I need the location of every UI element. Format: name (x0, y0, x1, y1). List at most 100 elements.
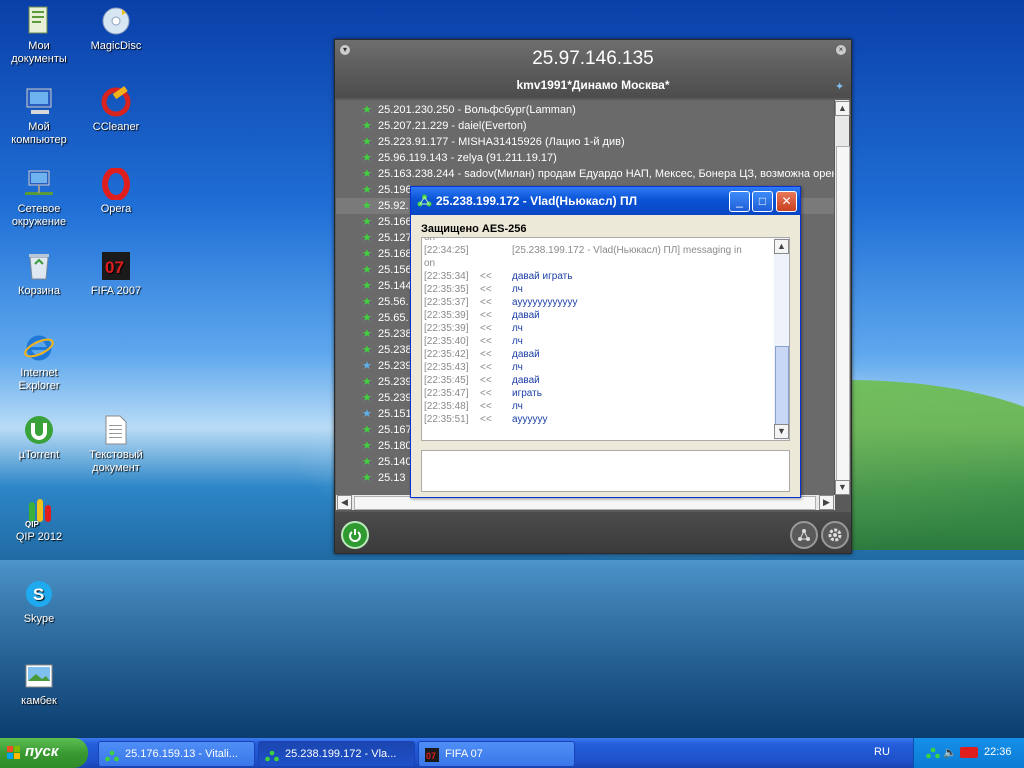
maximize-button[interactable]: □ (752, 191, 773, 212)
message-timestamp: [22:35:51] (424, 414, 469, 425)
my-documents-icon (23, 5, 55, 37)
message-text: давай играть (512, 271, 573, 282)
volume-icon[interactable]: 🔈 (943, 746, 957, 759)
peer-status-icon: ★ (362, 312, 372, 324)
desktop-icon-qip[interactable]: QIP QIP 2012 (0, 496, 78, 544)
peer-label: 25.239 (378, 360, 412, 372)
peer-row[interactable]: ★ 25.96.119.143 - zelya (91.211.19.17) (336, 150, 834, 166)
image-file-icon (23, 660, 55, 692)
peer-row[interactable]: ★ 25.223.91.177 - MISHA31415926 (Лацио 1-… (336, 134, 834, 150)
peer-status-icon: ★ (362, 392, 372, 404)
scroll-thumb[interactable] (836, 146, 850, 488)
scroll-right-button[interactable]: ▶ (819, 495, 834, 510)
peer-row[interactable]: ★ 25.163.238.244 - sadov(Милан) продам Ед… (336, 166, 834, 182)
pin-icon[interactable]: ✦ (835, 80, 844, 93)
chat-message-row: [22:35:37] << ауууууууууууу (424, 296, 772, 309)
ccleaner-icon (100, 86, 132, 118)
desktop-icon-utorrent[interactable]: µTorrent (0, 414, 78, 462)
desktop-icon-internet-explorer[interactable]: Internet Explorer (0, 332, 78, 393)
desktop-icon-network[interactable]: Сетевое окружение (0, 168, 78, 229)
peer-status-icon: ★ (362, 456, 372, 468)
power-icon[interactable] (341, 521, 369, 549)
desktop-icon-recycle-bin[interactable]: Корзина (0, 250, 78, 298)
chat-log[interactable]: on [22:34:25] [25.238.199.172 - Vlad(Ньюк… (421, 237, 790, 441)
taskbar-button-fifa[interactable]: 07 FIFA 07 (418, 741, 575, 767)
message-text: [25.238.199.172 - Vlad(Ньюкасл) ПЛ] mess… (512, 245, 742, 256)
message-text: ауууууу (512, 414, 548, 425)
svg-text:07: 07 (426, 751, 436, 761)
peer-label: 25.140 (378, 456, 412, 468)
peer-status-icon: ★ (362, 440, 372, 452)
clock[interactable]: 22:36 (984, 746, 1012, 758)
message-text: давай (512, 375, 540, 386)
peer-list-vertical-scrollbar[interactable]: ▲ ▼ (835, 100, 850, 495)
desktop-icon-label: CCleaner (92, 121, 140, 133)
chat-window: 25.238.199.172 - Vlad(Ньюкасл) ПЛ _ □ ✕ … (410, 186, 801, 498)
my-computer-icon (23, 86, 55, 118)
chat-scroll-down-button[interactable]: ▼ (774, 424, 789, 439)
desktop-icon-skype[interactable]: S Skype (0, 578, 78, 626)
text-document-icon (100, 414, 132, 446)
recycle-bin-icon (23, 250, 55, 282)
peer-status-icon: ★ (362, 296, 372, 308)
hamachi-tray-icon[interactable] (926, 747, 940, 762)
chat-log-scrollbar[interactable]: ▲ ▼ (774, 238, 789, 440)
peer-status-icon: ★ (362, 328, 372, 340)
svg-text:S: S (33, 585, 44, 604)
desktop-icon-fifa[interactable]: 07 FIFA 2007 (77, 250, 155, 298)
chat-scroll-thumb[interactable] (775, 346, 789, 426)
desktop-icon-label: Сетевое окружение (11, 203, 67, 228)
peer-status-icon: ★ (362, 120, 372, 132)
message-text: давай (512, 310, 540, 321)
peer-row[interactable]: ★ 25.201.230.250 - Вольфсбург(Lamman) (336, 102, 834, 118)
peer-label: 25.13 (378, 472, 406, 484)
desktop-icon-opera[interactable]: Opera (77, 168, 155, 216)
peer-label: 25.96.119.143 - zelya (91.211.19.17) (378, 152, 557, 164)
minimize-button[interactable]: _ (729, 191, 750, 212)
desktop-icon-magicdisc[interactable]: MagicDisc (77, 5, 155, 53)
chat-titlebar[interactable]: 25.238.199.172 - Vlad(Ньюкасл) ПЛ _ □ ✕ (411, 187, 800, 215)
scroll-down-button[interactable]: ▼ (835, 480, 850, 495)
start-button[interactable]: пуск (0, 738, 88, 768)
scroll-up-button[interactable]: ▲ (835, 101, 850, 116)
gear-icon[interactable] (821, 521, 849, 549)
windows-logo-icon (7, 746, 21, 760)
start-label: пуск (25, 743, 59, 760)
taskbar-button-label: FIFA 07 (445, 748, 483, 760)
chat-message-row: on (424, 257, 772, 270)
message-direction: << (480, 271, 492, 282)
taskbar-button-hamachi-chat-1[interactable]: 25.176.159.13 - Vitali... (98, 741, 255, 767)
message-timestamp: [22:35:35] (424, 284, 469, 295)
peer-label: 25.92. (378, 200, 409, 212)
desktop-icon-text-document[interactable]: Текстовый документ (77, 414, 155, 475)
peer-status-icon: ★ (362, 200, 372, 212)
peer-status-icon: ★ (362, 424, 372, 436)
peer-label: 25.168 (378, 248, 412, 260)
desktop-icon-image[interactable]: камбек (0, 660, 78, 708)
network-menu-icon[interactable] (790, 521, 818, 549)
chat-message-input[interactable] (421, 450, 790, 492)
peer-label: 25.166 (378, 216, 412, 228)
message-timestamp: [22:35:45] (424, 375, 469, 386)
hamachi-icon (265, 747, 279, 762)
desktop-icon-label: µTorrent (18, 449, 60, 461)
desktop-icon-my-computer[interactable]: Мой компьютер (0, 86, 78, 147)
peer-status-icon: ★ (362, 232, 372, 244)
horizontal-scroll-thumb[interactable] (354, 496, 816, 510)
peer-status-icon: ★ (362, 168, 372, 180)
desktop-icon-label: FIFA 2007 (90, 285, 142, 297)
desktop-icon-ccleaner[interactable]: CCleaner (77, 86, 155, 134)
desktop-icon-my-documents[interactable]: Мои документы (0, 5, 78, 66)
message-timestamp: [22:35:39] (424, 310, 469, 321)
desktop: Мои документы MagicDisc Мой компьютер CC… (0, 0, 1024, 738)
peer-row[interactable]: ★ 25.207.21.229 - daiel(Everton) (336, 118, 834, 134)
language-indicator[interactable]: RU (874, 746, 890, 758)
peer-label: 25.201.230.250 - Вольфсбург(Lamman) (378, 104, 576, 116)
hamachi-icon (417, 194, 432, 210)
taskbar-button-hamachi-chat-2[interactable]: 25.238.199.172 - Vla... (258, 741, 415, 767)
ati-icon[interactable] (960, 747, 978, 758)
chat-scroll-up-button[interactable]: ▲ (774, 239, 789, 254)
close-button[interactable]: ✕ (776, 191, 797, 212)
scroll-left-button[interactable]: ◀ (337, 495, 352, 510)
peer-label: 25.167 (378, 424, 412, 436)
